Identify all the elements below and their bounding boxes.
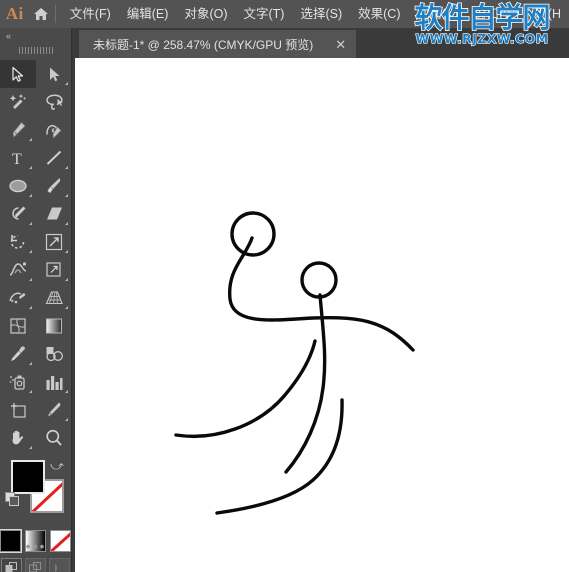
illustrator-window: Ai 文件(F) 编辑(E) 对象(O) 文字(T) 选择(S) 效果(C) 视… [0, 0, 569, 572]
tool-flyout-indicator [65, 194, 68, 197]
panel-drag-handle[interactable] [0, 43, 71, 57]
grip-dots-icon [18, 46, 53, 54]
ellipse-tool[interactable] [0, 172, 36, 200]
close-icon[interactable]: ✕ [335, 38, 346, 51]
ai-logo: Ai [5, 4, 24, 23]
swap-fill-stroke-icon[interactable]: ⤻ [50, 458, 64, 474]
draw-behind-button[interactable] [25, 558, 46, 572]
draw-normal-button[interactable] [1, 558, 22, 572]
magic-wand-tool[interactable] [0, 88, 36, 116]
draw-inside-button[interactable] [49, 558, 70, 572]
width-tool[interactable] [0, 256, 36, 284]
tool-flyout-indicator [65, 418, 68, 421]
menu-effect[interactable]: 效果(C) [350, 0, 408, 28]
tool-flyout-indicator [65, 250, 68, 253]
menu-window[interactable]: 窗口(W) [466, 0, 527, 28]
direct-selection-tool[interactable] [36, 60, 72, 88]
menu-select[interactable]: 选择(S) [292, 0, 350, 28]
tool-flyout-indicator [29, 222, 32, 225]
tool-flyout-indicator [65, 82, 68, 85]
zoom-tool[interactable] [36, 424, 72, 452]
rotate-tool[interactable] [0, 228, 36, 256]
tool-flyout-indicator [65, 278, 68, 281]
tool-flyout-indicator [29, 278, 32, 281]
svg-text:T: T [12, 151, 22, 167]
gradient-tool[interactable] [36, 312, 72, 340]
tools-panel: « T ⤻ ••• [0, 28, 72, 572]
menu-bar: Ai 文件(F) 编辑(E) 对象(O) 文字(T) 选择(S) 效果(C) 视… [0, 0, 569, 28]
menu-type[interactable]: 文字(T) [236, 0, 293, 28]
blend-tool[interactable] [36, 340, 72, 368]
right-leg-curve[interactable] [215, 398, 344, 515]
column-graph-tool[interactable] [36, 368, 72, 396]
torso-leg-curve[interactable] [284, 293, 327, 474]
fill-stroke-controls: ⤻ [0, 456, 71, 528]
double-chevron-left-icon: « [6, 30, 11, 41]
menu-help[interactable]: 助(H [527, 0, 569, 28]
tool-flyout-indicator [29, 362, 32, 365]
head-large-circle[interactable] [230, 211, 276, 257]
menu-file[interactable]: 文件(F) [62, 0, 119, 28]
free-transform-tool[interactable] [36, 256, 72, 284]
home-icon[interactable] [29, 6, 53, 22]
shape-builder-tool[interactable] [0, 284, 36, 312]
tool-flyout-indicator [29, 166, 32, 169]
tool-flyout-indicator [29, 306, 32, 309]
line-segment-tool[interactable] [36, 144, 72, 172]
menu-object[interactable]: 对象(O) [176, 0, 235, 28]
drawing-mode-row [0, 558, 71, 572]
pen-tool[interactable] [0, 116, 36, 144]
tool-flyout-indicator [29, 446, 32, 449]
document-tab-label: 未标题-1* @ 258.47% (CMYK/GPU 预览) [93, 37, 314, 52]
type-tool[interactable]: T [0, 144, 36, 172]
lasso-tool[interactable] [36, 88, 72, 116]
tool-flyout-indicator [29, 194, 32, 197]
head-small-circle[interactable] [300, 261, 338, 299]
stick-figure-sketch [174, 211, 415, 515]
perspective-grid-tool[interactable] [36, 284, 72, 312]
curvature-tool[interactable] [36, 116, 72, 144]
mesh-tool[interactable] [0, 312, 36, 340]
artboard-canvas[interactable] [75, 58, 569, 572]
fill-swatch[interactable] [11, 460, 45, 494]
more-tools-button[interactable]: ••• [0, 538, 72, 554]
collapse-panel-button[interactable]: « [0, 28, 71, 43]
tool-flyout-indicator [65, 306, 68, 309]
tool-flyout-indicator [29, 390, 32, 393]
paintbrush-tool[interactable] [36, 172, 72, 200]
artboard-tool[interactable] [0, 396, 36, 424]
tool-flyout-indicator [29, 250, 32, 253]
selection-tool[interactable] [0, 60, 36, 88]
hand-tool[interactable] [0, 424, 36, 452]
tool-flyout-indicator [65, 390, 68, 393]
eyedropper-tool[interactable] [0, 340, 36, 368]
left-leg-curve[interactable] [174, 339, 317, 438]
scale-tool[interactable] [36, 228, 72, 256]
tool-flyout-indicator [65, 222, 68, 225]
shaper-tool[interactable] [0, 200, 36, 228]
menu-view[interactable]: 视图(V) [409, 0, 467, 28]
tool-grid: T [0, 57, 71, 452]
document-tab-bar: 未标题-1* @ 258.47% (CMYK/GPU 预览) ✕ [75, 28, 569, 58]
symbol-sprayer-tool[interactable] [0, 368, 36, 396]
document-tab[interactable]: 未标题-1* @ 258.47% (CMYK/GPU 预览) ✕ [79, 30, 357, 58]
eraser-tool[interactable] [36, 200, 72, 228]
tool-flyout-indicator [29, 138, 32, 141]
tool-flyout-indicator [65, 166, 68, 169]
slice-tool[interactable] [36, 396, 72, 424]
menubar-divider [55, 5, 56, 23]
menu-edit[interactable]: 编辑(E) [119, 0, 177, 28]
default-fill-stroke-icon[interactable] [5, 492, 20, 512]
